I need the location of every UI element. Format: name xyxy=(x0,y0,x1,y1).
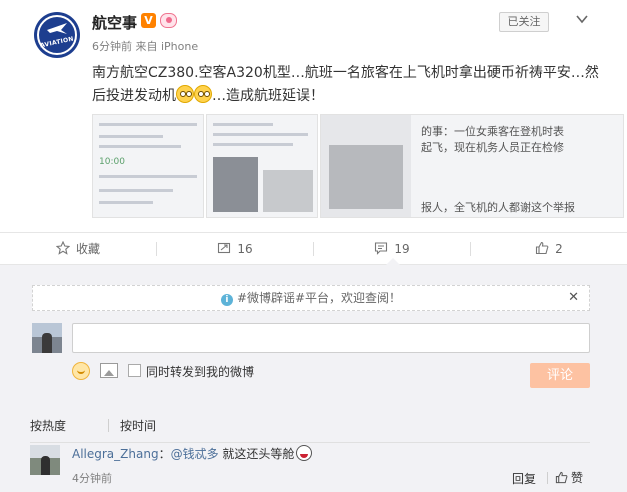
comment-text: Allegra_Zhang：@钱忒多 就这还头等舱 xyxy=(72,445,313,462)
image-line xyxy=(99,189,173,192)
comment-like-button[interactable]: 赞 xyxy=(555,469,583,486)
image-photo xyxy=(263,170,313,212)
avatar-figure xyxy=(42,333,52,353)
plane-icon xyxy=(47,23,67,34)
like-count: 2 xyxy=(555,242,563,256)
laughing-emoji-icon xyxy=(296,445,313,461)
thumbs-up-icon xyxy=(555,471,568,484)
image-line xyxy=(213,133,308,136)
info-icon: i xyxy=(220,294,233,306)
post-image-2[interactable] xyxy=(206,114,318,218)
rumor-tip-banner[interactable]: i #微博辟谣#平台，欢迎查阅！ ✕ xyxy=(32,285,590,311)
comment-colon: ： xyxy=(158,447,171,461)
post-image-1[interactable]: 10:00 xyxy=(92,114,204,218)
avatar-figure xyxy=(41,456,50,475)
comment-section: i #微博辟谣#平台，欢迎查阅！ ✕ 同时转发到我的微博 评论 按热度 按时间 A… xyxy=(0,265,627,492)
chevron-down-icon[interactable] xyxy=(575,13,589,25)
comment-input[interactable] xyxy=(72,323,590,353)
sort-divider xyxy=(108,419,109,432)
commenter-avatar[interactable] xyxy=(30,445,60,475)
image-caption-line: 起飞，现在机务人员正在检修 xyxy=(421,141,564,154)
emoji-picker-icon[interactable] xyxy=(72,362,90,380)
comment-like-label: 赞 xyxy=(571,471,584,485)
comment-count: 19 xyxy=(394,242,410,256)
action-bar: 收藏 16 19 2 xyxy=(0,232,627,265)
reply-button[interactable]: 回复 xyxy=(512,470,536,487)
image-line xyxy=(99,145,181,148)
commenter-name[interactable]: Allegra_Zhang xyxy=(72,447,159,461)
author-avatar[interactable]: AVIATION xyxy=(34,12,80,58)
tip-text: #微博辟谣#平台，欢迎查阅！ xyxy=(236,291,402,305)
post-meta: 6分钟前 来自 iPhone xyxy=(92,40,199,53)
author-name[interactable]: 航空事 xyxy=(92,12,137,33)
repost-icon xyxy=(218,242,231,254)
image-line xyxy=(213,123,273,126)
image-photo xyxy=(329,145,403,209)
close-icon[interactable]: ✕ xyxy=(568,286,579,310)
shocked-emoji-icon xyxy=(194,85,212,103)
favorite-button[interactable]: 收藏 xyxy=(0,233,156,265)
image-line xyxy=(99,135,163,138)
follow-button[interactable]: 已关注 xyxy=(499,12,549,32)
comment-button[interactable]: 19 xyxy=(314,233,470,265)
repost-checkbox[interactable] xyxy=(128,364,141,377)
like-button[interactable]: 2 xyxy=(471,233,627,265)
level-badge-icon[interactable] xyxy=(160,13,177,28)
image-time: 10:00 xyxy=(99,157,125,167)
repost-checkbox-label[interactable]: 同时转发到我的微博 xyxy=(146,363,254,380)
post-images: 10:00 的事：一位女乘客在登机时表 起飞，现在机务人员正在检修 报人，全飞机… xyxy=(92,114,624,218)
image-caption-line: 报人，全飞机的人都谢这个举报 xyxy=(421,201,575,214)
sort-by-time[interactable]: 按时间 xyxy=(120,417,156,434)
comment-action-divider xyxy=(547,472,548,484)
shocked-emoji-icon xyxy=(176,85,194,103)
comment-mention[interactable]: @钱忒多 xyxy=(171,447,219,461)
thumbs-up-icon xyxy=(536,241,549,255)
post-text-main: 南方航空CZ380.空客A320机型…航班一名旅客在上飞机时拿出硬币祈祷平安…然… xyxy=(92,65,599,104)
sort-by-hot[interactable]: 按热度 xyxy=(30,417,66,434)
comment-icon xyxy=(375,242,388,255)
post-text-tail: …造成航班延误！ xyxy=(212,88,324,104)
weibo-post-card: AVIATION 航空事 V 6分钟前 来自 iPhone 已关注 南方航空CZ… xyxy=(0,0,627,232)
repost-button[interactable]: 16 xyxy=(157,233,313,265)
image-line xyxy=(99,123,197,126)
submit-comment-button[interactable]: 评论 xyxy=(530,363,590,388)
image-line xyxy=(99,201,153,204)
comment-time: 4分钟前 xyxy=(72,472,112,485)
active-indicator xyxy=(386,258,400,265)
image-photo xyxy=(213,157,258,212)
comment-divider xyxy=(30,442,590,443)
image-caption-line: 的事：一位女乘客在登机时表 xyxy=(421,125,564,138)
comment-sort: 按热度 按时间 xyxy=(30,415,590,435)
my-avatar[interactable] xyxy=(32,323,62,353)
image-upload-icon[interactable] xyxy=(100,363,118,378)
comment-body: 就这还头等舱 xyxy=(218,447,295,461)
star-icon xyxy=(55,241,70,255)
image-line xyxy=(213,143,293,146)
post-text: 南方航空CZ380.空客A320机型…航班一名旅客在上飞机时拿出硬币祈祷平安…然… xyxy=(92,62,602,108)
image-line xyxy=(99,175,197,178)
post-image-3[interactable]: 的事：一位女乘客在登机时表 起飞，现在机务人员正在检修 报人，全飞机的人都谢这个… xyxy=(320,114,624,218)
verified-badge-icon[interactable]: V xyxy=(141,13,156,28)
favorite-label: 收藏 xyxy=(75,242,100,256)
repost-count: 16 xyxy=(237,242,253,256)
